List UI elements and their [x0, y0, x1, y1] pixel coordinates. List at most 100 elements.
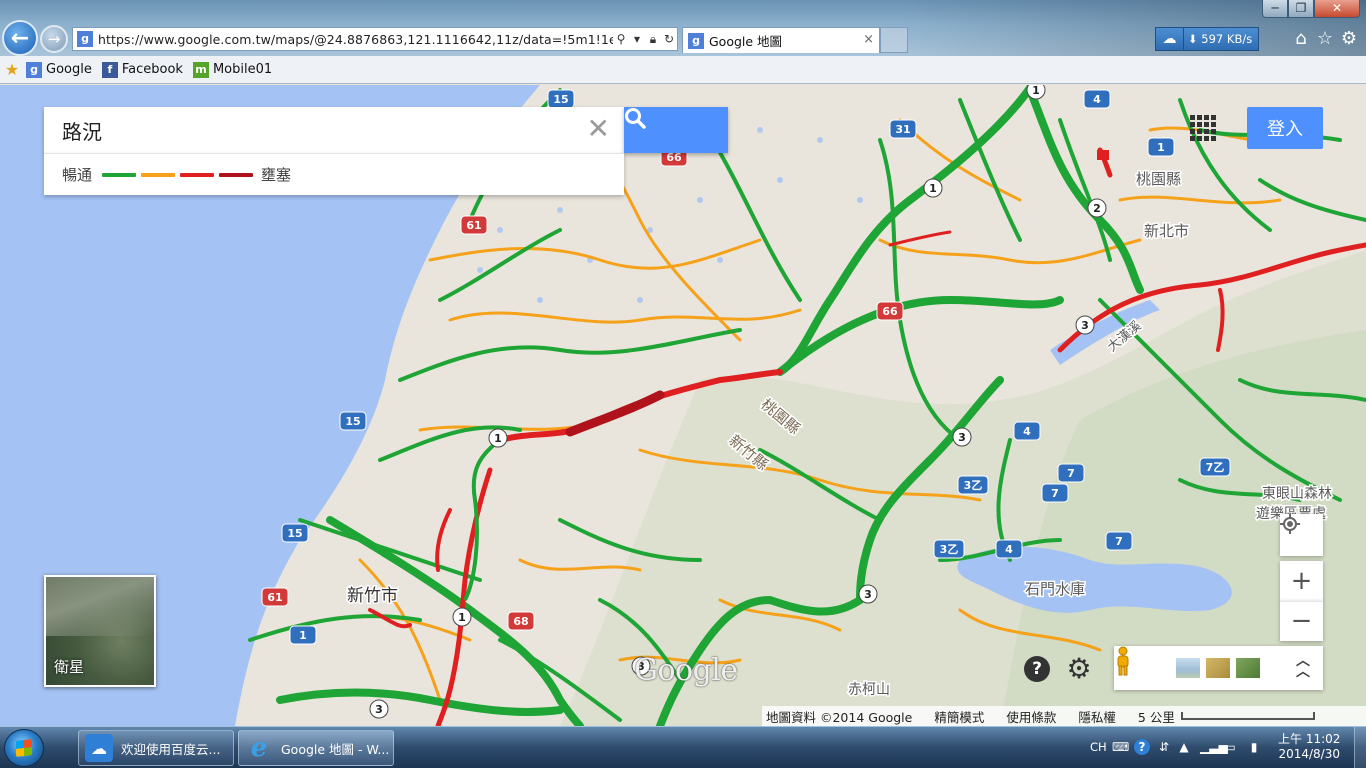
label-taoyuan-county: 桃園縣 [1136, 170, 1181, 188]
url-text[interactable]: https://www.google.com.tw/maps/@24.88768… [98, 32, 613, 47]
city-marker [1097, 150, 1109, 160]
search-icon [625, 108, 646, 129]
tab-google-maps[interactable]: g Google 地圖 × [682, 27, 880, 53]
home-icon[interactable]: ⌂ [1290, 28, 1312, 50]
svg-text:7: 7 [1051, 487, 1059, 500]
show-desktop-button[interactable] [1354, 727, 1366, 768]
shield-3-longtan: 3 [952, 427, 972, 447]
ie-icon: e [250, 733, 268, 763]
svg-text:61: 61 [466, 219, 481, 232]
satellite-toggle[interactable]: 衛星 [44, 575, 156, 687]
keyboard-icon[interactable]: ⌨ [1112, 739, 1129, 755]
svg-text:31: 31 [895, 123, 910, 136]
earth-layer-thumbnail[interactable] [1176, 658, 1200, 678]
privacy-link[interactable]: 隱私權 [1078, 707, 1116, 726]
crosshair-icon [1280, 514, 1300, 534]
my-location-button[interactable] [1280, 514, 1323, 556]
power-icon[interactable]: ▮ [1246, 739, 1262, 755]
google-logo: Google [634, 653, 738, 688]
shield-31: 31 [889, 119, 917, 139]
svg-text:7: 7 [1067, 467, 1075, 480]
search-button[interactable] [624, 107, 728, 153]
shield-68: 68 [507, 611, 535, 631]
svg-text:1: 1 [299, 629, 307, 642]
zoom-out-button[interactable]: − [1280, 601, 1323, 641]
apps-grid-icon[interactable] [1190, 115, 1216, 141]
shield-1-east: 1 [1147, 137, 1175, 157]
label-forest-line1: 東眼山森林 [1262, 486, 1332, 502]
signal-icon[interactable]: ▁▃▅ [1200, 739, 1228, 755]
input-method-icon[interactable]: ⇵ [1156, 739, 1172, 755]
shield-15-south: 15 [281, 523, 309, 543]
forward-button[interactable]: → [40, 25, 68, 53]
shield-1-hsinchu: 1 [289, 625, 317, 645]
baidu-cloud-icon: ☁ [85, 734, 113, 762]
lite-mode-link[interactable]: 精簡模式 [934, 707, 984, 726]
legend-bar-red [180, 172, 215, 177]
search-input[interactable] [62, 118, 562, 142]
search-dropdown-icon[interactable]: ⚲ [613, 32, 629, 46]
settings-gear-icon[interactable]: ⚙ [1064, 654, 1094, 684]
help-tray-icon[interactable]: ? [1134, 739, 1150, 755]
new-tab-button[interactable] [880, 27, 908, 53]
label-new-taipei: 新北市 [1144, 222, 1189, 240]
shield-1-top: 1 [1026, 85, 1046, 100]
shield-3-southwest: 3 [369, 699, 389, 719]
favorite-facebook[interactable]: f Facebook [101, 61, 183, 78]
network-icon[interactable]: ▭ [1222, 739, 1238, 755]
shield-66-mid: 66 [876, 301, 904, 321]
svg-text:1: 1 [929, 182, 937, 195]
baidu-download-widget[interactable]: ☁ ⬇ 597 KB/s [1155, 27, 1259, 51]
minimize-button[interactable]: ─ [1262, 0, 1288, 18]
svg-text:3: 3 [1081, 319, 1089, 332]
shield-4-mid: 4 [1013, 421, 1041, 441]
taskbar-item-ie[interactable]: e Google 地圖 - W... [238, 730, 394, 766]
svg-text:61: 61 [267, 591, 282, 604]
add-favorites-star-icon[interactable]: ★ [4, 61, 20, 78]
favorites-star-icon[interactable]: ☆ [1314, 28, 1336, 50]
svg-text:66: 66 [882, 305, 898, 318]
svg-text:1: 1 [1032, 85, 1040, 97]
svg-text:68: 68 [513, 615, 528, 628]
maximize-button[interactable]: ❐ [1288, 0, 1314, 18]
map-canvas[interactable]: 15 31 4 1 15 15 1 4 4 7 7 7 7乙 3乙 3乙 66 … [0, 85, 1366, 726]
svg-text:4: 4 [1093, 93, 1101, 106]
terms-link[interactable]: 使用條款 [1006, 707, 1056, 726]
help-icon[interactable]: ? [1024, 656, 1050, 682]
favorite-google[interactable]: g Google [26, 61, 92, 78]
svg-text:3: 3 [375, 703, 383, 716]
terrain-layer-thumbnail[interactable] [1206, 658, 1230, 678]
favorite-mobile01[interactable]: m Mobile01 [192, 61, 272, 78]
pegman-icon[interactable] [1114, 646, 1132, 676]
sign-in-button[interactable]: 登入 [1247, 107, 1323, 149]
scale-label[interactable]: 5 公里 [1138, 707, 1175, 726]
baidu-cloud-icon: ☁ [1156, 28, 1184, 50]
mobile01-icon: m [192, 61, 209, 78]
refresh-icon[interactable]: ↻ [661, 32, 677, 46]
svg-text:4: 4 [1023, 425, 1031, 438]
google-favicon-icon: g [688, 32, 704, 49]
expand-chevron-icon[interactable]: ︿ ︿ [1296, 654, 1310, 679]
show-hidden-icons-icon[interactable]: ▲ [1176, 739, 1192, 755]
clock[interactable]: 上午 11:02 2014/8/30 [1278, 732, 1340, 762]
close-window-button[interactable]: ✕ [1314, 0, 1360, 18]
tab-close-icon[interactable]: × [863, 32, 874, 47]
map-data-attribution[interactable]: 地圖資料 ©2014 Google [766, 707, 912, 726]
address-bar[interactable]: g https://www.google.com.tw/maps/@24.887… [72, 27, 678, 51]
back-button[interactable]: ← [2, 20, 38, 56]
language-indicator[interactable]: CH [1090, 740, 1107, 754]
clear-search-icon[interactable]: ✕ [587, 115, 610, 143]
taskbar-item-baidu[interactable]: ☁ 欢迎使用百度云... [78, 730, 234, 766]
shield-61-south: 61 [261, 587, 289, 607]
tools-gear-icon[interactable]: ⚙ [1338, 28, 1360, 50]
scale-bar[interactable] [1180, 712, 1315, 720]
shield-3yi-a: 3乙 [957, 475, 989, 495]
svg-text:1: 1 [458, 611, 466, 624]
lock-icon[interactable]: ▾ [629, 32, 645, 46]
padlock-icon[interactable]: 🔒︎ [645, 32, 661, 47]
layers-panel[interactable]: ︿ ︿ [1114, 646, 1323, 690]
shield-61-north: 61 [460, 215, 488, 235]
zoom-in-button[interactable]: + [1280, 561, 1323, 601]
start-button[interactable] [4, 729, 44, 767]
photo-layer-thumbnail[interactable] [1236, 658, 1260, 678]
